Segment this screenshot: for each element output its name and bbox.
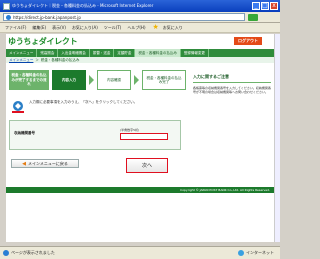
- window-controls: _ □ x: [252, 2, 278, 10]
- main-content: 入力欄に必要事項を入力のうえ、「次へ」をクリックしてください。 収納機関番号 (…: [9, 96, 181, 154]
- security-zone: インターネット: [238, 250, 274, 256]
- site-logo[interactable]: ゆうちょダイレクト: [8, 36, 78, 47]
- address-field[interactable]: https://direct.jp-bank.japanpost.jp: [3, 13, 245, 21]
- form-box: 収納機関番号 (半角数字5桁): [9, 120, 181, 150]
- maximize-button[interactable]: □: [261, 2, 269, 10]
- globe-icon: [238, 250, 244, 256]
- side-panel: 入力に関するご注意 各帳票等の収納機関番号を入力してください。収納機関番号が不明…: [193, 74, 271, 148]
- steps-label: 税金・各種料金の払込みが完了するまでの流れ: [9, 70, 49, 90]
- address-url[interactable]: https://direct.jp-bank.japanpost.jp: [13, 15, 81, 20]
- nav-item-balance[interactable]: 残高照会: [37, 49, 59, 57]
- nav-item-main-menu[interactable]: メインメニュー: [6, 49, 38, 57]
- instruction-text: 入力欄に必要事項を入力のうえ、「次へ」をクリックしてください。: [29, 100, 138, 104]
- breadcrumb: メインメニュー ＞ 税金・各種料金の払込み: [6, 57, 274, 63]
- address-bar: https://direct.jp-bank.japanpost.jp: [0, 12, 280, 23]
- close-button[interactable]: x: [270, 2, 278, 10]
- window-title: ゆうちょダイレクト｜税金・各種料金の払込み - Microsoft Intern…: [12, 3, 154, 8]
- vertical-scrollbar[interactable]: [274, 34, 280, 242]
- favorites-star-icon[interactable]: ★: [153, 24, 159, 31]
- web-page: ゆうちょダイレクト ログアウト メインメニュー 残高照会 入出金明細照会 振替・…: [6, 34, 274, 242]
- breadcrumb-separator: ＞: [35, 57, 39, 62]
- copyright-footer: Copyright © JAPAN POST BANK Co.,Ltd. All…: [6, 187, 274, 193]
- menu-view[interactable]: 表示(V): [50, 24, 68, 32]
- step-arrow-icon: [89, 75, 94, 85]
- favorites-button[interactable]: お気に入り: [161, 24, 185, 32]
- go-button[interactable]: [248, 13, 258, 21]
- institution-number-label: 収納機関番号: [14, 131, 35, 135]
- side-panel-text: 各帳票等の収納機関番号を入力してください。収納機関番号が不明の場合は収納機関等へ…: [193, 86, 271, 95]
- menu-help[interactable]: ヘルプ(H): [125, 24, 147, 32]
- menu-tools[interactable]: ツール(T): [102, 24, 124, 32]
- breadcrumb-main-menu[interactable]: メインメニュー: [9, 58, 33, 63]
- window-title-bar: ゆうちょダイレクト｜税金・各種料金の払込み - Microsoft Intern…: [0, 0, 280, 12]
- menu-bar: ファイル(F) 編集(E) 表示(V) お気に入り(A) ツール(T) ヘルプ(…: [0, 23, 280, 33]
- step-confirm: 内容確認: [97, 70, 131, 90]
- back-button-label: メインメニューに戻る: [27, 160, 68, 166]
- menu-edit[interactable]: 編集(E): [30, 24, 48, 32]
- global-nav: メインメニュー 残高照会 入出金明細照会 振替・送金 定額貯金 税金・各種料金の…: [6, 49, 274, 57]
- progress-steps: 税金・各種料金の払込みが完了するまでの流れ 内容入力 内容確認 税金・各種料金の…: [9, 67, 209, 93]
- page-icon: [6, 14, 11, 20]
- logout-button[interactable]: ログアウト: [234, 37, 262, 45]
- site-header: ゆうちょダイレクト ログアウト: [6, 34, 274, 48]
- step-arrow-icon: [134, 75, 139, 85]
- zone-label: インターネット: [246, 250, 274, 255]
- step-current: 内容入力: [52, 70, 86, 90]
- nav-item-transfer[interactable]: 振替・送金: [90, 49, 115, 57]
- status-text: ページが表示されました: [11, 250, 55, 255]
- minimize-button[interactable]: _: [252, 2, 260, 10]
- nav-item-fixed-deposit[interactable]: 定額貯金: [114, 49, 136, 57]
- nav-item-payment[interactable]: 税金・各種料金の払込み: [135, 49, 181, 57]
- menu-file[interactable]: ファイル(F): [3, 24, 28, 32]
- institution-number-hint: (半角数字5桁): [120, 128, 140, 132]
- back-to-main-menu-button[interactable]: ◀ メインメニューに戻る: [11, 159, 79, 168]
- step-complete: 税金・各種料金の払込み完了: [142, 70, 186, 90]
- page-status-icon: [3, 250, 9, 256]
- back-arrow-icon: ◀: [22, 160, 26, 167]
- ie-window-icon: [3, 2, 10, 10]
- menu-favorites[interactable]: お気に入り(A): [70, 24, 100, 32]
- institution-number-input[interactable]: [120, 133, 168, 140]
- breadcrumb-current: 税金・各種料金の払込み: [40, 57, 80, 62]
- nav-item-statement[interactable]: 入出金明細照会: [58, 49, 90, 57]
- pay-easy-logo-icon: [12, 101, 24, 113]
- next-button[interactable]: 次へ: [126, 158, 168, 173]
- status-bar: ページが表示されました インターネット: [0, 246, 280, 259]
- side-panel-title: 入力に関するご注意: [193, 74, 271, 83]
- nav-item-settings[interactable]: 登録情報変更: [181, 49, 209, 57]
